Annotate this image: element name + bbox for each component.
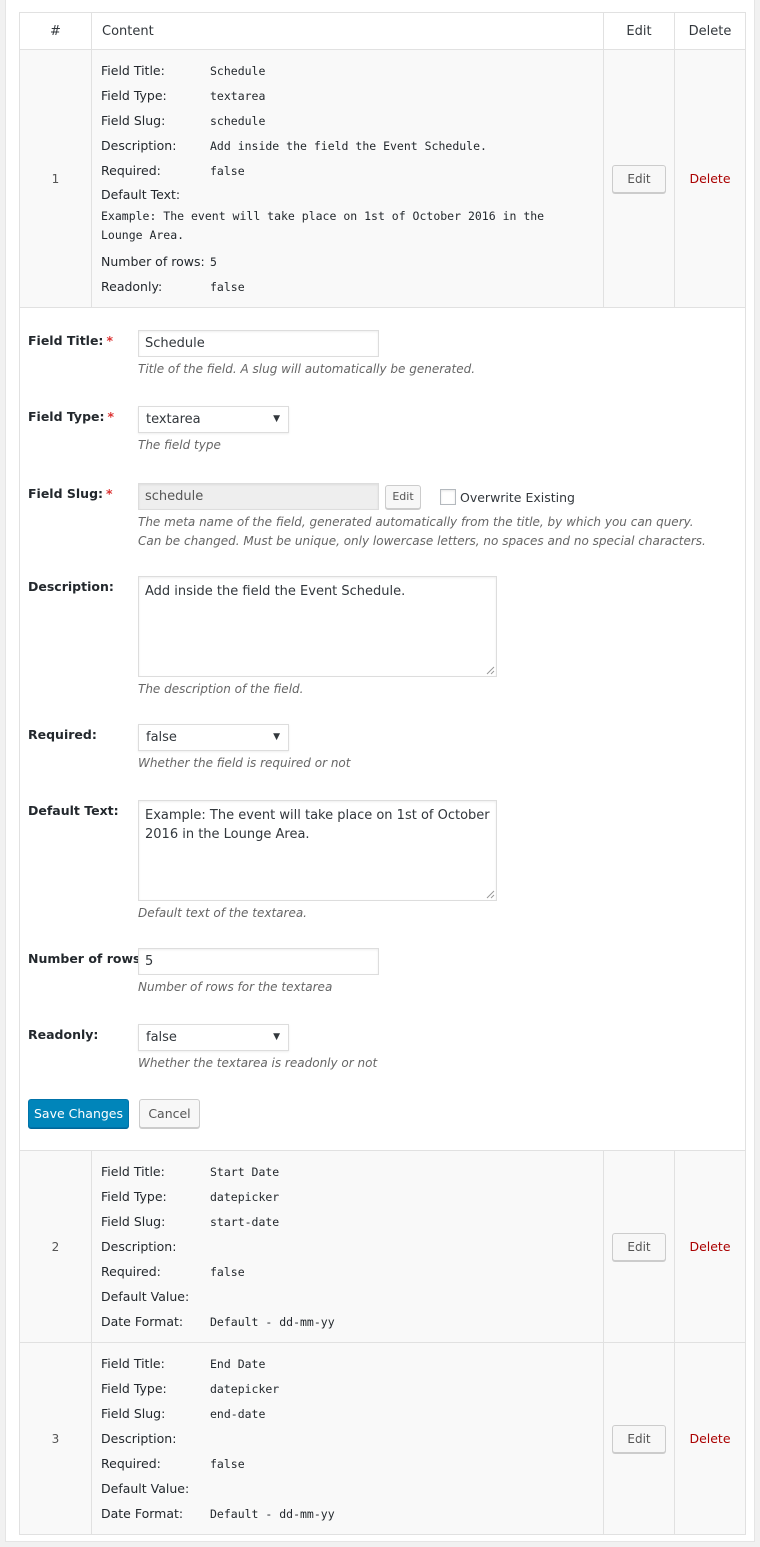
resize-grip-icon[interactable] (486, 666, 495, 675)
table-header-row: # Content Edit Delete (19, 12, 746, 50)
readonly-control: false ▼ Whether the textarea is readonly … (138, 1024, 718, 1073)
field-type-control: textarea ▼ The field type (138, 406, 718, 455)
description-pair: Description: Add inside the field the Eve… (101, 138, 487, 153)
default-text-label: Default Text: (28, 803, 119, 818)
overwrite-existing-label[interactable]: Overwrite Existing (460, 490, 575, 505)
row-number: 2 (19, 1150, 92, 1343)
field-title-help: Title of the field. A slug will automati… (138, 362, 476, 376)
resize-grip-icon[interactable] (486, 890, 495, 899)
row-edit-button[interactable]: Edit (612, 1424, 666, 1453)
field-slug-input[interactable]: schedule (138, 483, 379, 510)
table-row: 3 Field Title: End Date Field Type: datepi… (19, 1342, 746, 1535)
row-edit-button[interactable]: Edit (612, 164, 666, 193)
cancel-button[interactable]: Cancel (139, 1099, 200, 1128)
row-edit-cell: Edit (603, 1150, 675, 1343)
column-header-number: # (19, 12, 92, 50)
triangle-down-icon: ▼ (273, 732, 280, 742)
edit-form-row: Field Title: * Schedule Title of the fiel… (19, 307, 746, 1151)
column-header-edit: Edit (603, 12, 675, 50)
field-type-pair: Field Type: textarea (101, 88, 266, 103)
number-of-rows-help: Number of rows for the textarea (138, 980, 333, 994)
readonly-help: Whether the textarea is readonly or not (138, 1056, 378, 1070)
row-delete-link[interactable]: Delete (689, 171, 730, 186)
edit-form-cell: Field Title: * Schedule Title of the fiel… (19, 307, 746, 1151)
description-help: The description of the field. (138, 682, 304, 696)
description-textarea[interactable]: Add inside the field the Event Schedule. (138, 576, 497, 677)
required-label: Required: (28, 727, 97, 742)
default-text-help: Default text of the textarea. (138, 906, 307, 920)
fields-table: # Content Edit Delete 1 Field Title: Sche… (19, 12, 746, 1535)
default-text-textarea[interactable]: Example: The event will take place on 1s… (138, 800, 497, 901)
row-content: Field Title: Schedule Field Type: textarea… (91, 49, 604, 308)
overwrite-existing-checkbox[interactable] (440, 489, 456, 505)
triangle-down-icon: ▼ (273, 1032, 280, 1042)
readonly-label: Readonly: (28, 1027, 99, 1042)
row-delete-cell: Delete (674, 1150, 746, 1343)
page-container: # Content Edit Delete 1 Field Title: Sche… (5, 0, 755, 1542)
readonly-pair: Readonly: false (101, 279, 245, 294)
field-title-input[interactable]: Schedule (138, 330, 379, 357)
readonly-select[interactable]: false ▼ (138, 1024, 289, 1051)
default-text-pair: Default Text: Example: The event will ta… (101, 187, 545, 242)
required-select[interactable]: false ▼ (138, 724, 289, 751)
field-type-select[interactable]: textarea ▼ (138, 406, 289, 433)
row-content: Field Title: Start Date Field Type: datepi… (91, 1150, 604, 1343)
default-text-control: Example: The event will take place on 1s… (138, 800, 718, 923)
save-changes-button[interactable]: Save Changes (28, 1099, 129, 1128)
table-row: 2 Field Title: Start Date Field Type: date… (19, 1150, 746, 1343)
slug-edit-button[interactable]: Edit (385, 485, 421, 509)
field-slug-pair: Field Slug: schedule (101, 113, 266, 128)
form-actions: Save Changes Cancel (28, 1099, 745, 1129)
field-title-pair: Field Title: Schedule (101, 63, 266, 78)
column-header-delete: Delete (674, 12, 746, 50)
row-edit-cell: Edit (603, 1342, 675, 1535)
row-number: 1 (19, 49, 92, 308)
triangle-down-icon: ▼ (273, 414, 280, 424)
required-pair: Required: false (101, 163, 245, 178)
description-control: Add inside the field the Event Schedule.… (138, 576, 718, 699)
field-type-help: The field type (138, 438, 221, 452)
required-control: false ▼ Whether the field is required or … (138, 724, 718, 773)
field-title-label: Field Title: * (28, 333, 113, 348)
number-of-rows-pair: Number of rows: 5 (101, 254, 217, 269)
edit-form: Field Title: * Schedule Title of the fiel… (20, 308, 745, 1150)
field-slug-label: Field Slug: * (28, 486, 113, 501)
required-asterisk: * (106, 486, 113, 501)
required-help: Whether the field is required or not (138, 756, 351, 770)
description-label: Description: (28, 579, 114, 594)
number-of-rows-control: 5 Number of rows for the textarea (138, 948, 718, 997)
row-content: Field Title: End Date Field Type: datepick… (91, 1342, 604, 1535)
table-row: 1 Field Title: Schedule Field Type: textar… (19, 49, 746, 308)
required-asterisk: * (106, 333, 113, 348)
field-type-label: Field Type: * (28, 409, 115, 424)
row-edit-button[interactable]: Edit (612, 1232, 666, 1261)
field-slug-control: schedule Edit Overwrite Existing The met… (138, 483, 718, 551)
number-of-rows-input[interactable]: 5 (138, 948, 379, 975)
overwrite-existing-option[interactable]: Overwrite Existing (440, 489, 575, 505)
field-title-control: Schedule Title of the field. A slug will… (138, 330, 718, 379)
number-of-rows-label: Number of rows: (28, 951, 146, 966)
row-delete-cell: Delete (674, 49, 746, 308)
column-header-content: Content (91, 12, 604, 50)
row-delete-cell: Delete (674, 1342, 746, 1535)
row-delete-link[interactable]: Delete (689, 1431, 730, 1446)
row-number: 3 (19, 1342, 92, 1535)
row-delete-link[interactable]: Delete (689, 1239, 730, 1254)
field-slug-help: The meta name of the field, generated au… (138, 515, 706, 548)
row-edit-cell: Edit (603, 49, 675, 308)
required-asterisk: * (107, 409, 115, 424)
